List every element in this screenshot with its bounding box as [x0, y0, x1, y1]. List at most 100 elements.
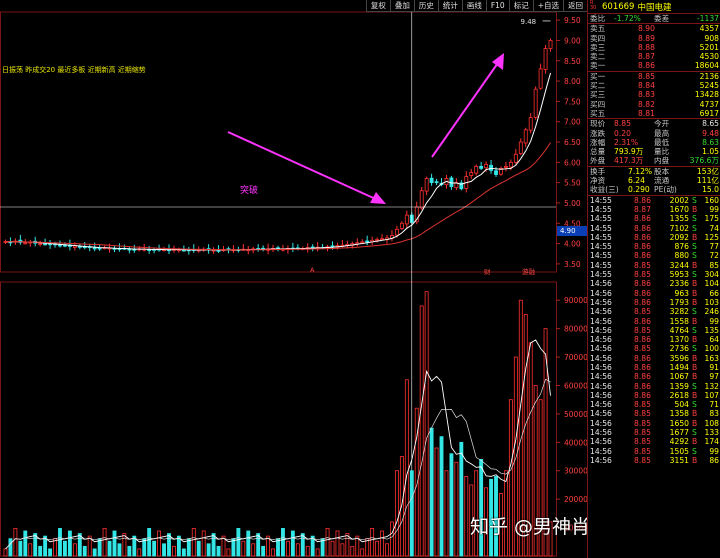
tick-side: B	[692, 335, 698, 345]
tick-side: B	[692, 232, 698, 242]
candle-body	[489, 164, 493, 171]
tick-price: 8.85	[634, 260, 651, 270]
toolbar-button[interactable]: 返回	[563, 0, 587, 12]
stat-label: 涨幅	[590, 137, 606, 147]
tick-time: 14:56	[590, 297, 612, 307]
level-label: 卖二	[590, 52, 606, 62]
level-price: 8.85	[638, 71, 655, 81]
stat-label: 内盘	[654, 156, 670, 166]
tick-count: 64	[709, 335, 719, 345]
level-label: 卖一	[590, 61, 606, 71]
volume-bar	[464, 476, 469, 557]
toolbar-button[interactable]: 历史	[413, 0, 438, 12]
volume-bar	[196, 540, 201, 557]
tick-volume: 3282	[669, 307, 689, 317]
volume-bar	[246, 530, 251, 557]
level-label: 买四	[590, 99, 606, 109]
volume-axis-label: 50000	[564, 410, 587, 419]
tick-count: 85	[709, 260, 719, 270]
tick-time: 14:55	[590, 223, 612, 233]
order-book-row: 卖一 8.86 18604	[588, 61, 720, 70]
tick-volume: 3244	[669, 260, 689, 270]
tick-time: 14:55	[590, 232, 612, 242]
toolbar-button[interactable]: 叠加	[389, 0, 414, 12]
tick-volume: 1793	[669, 297, 689, 307]
ma-line-long	[5, 142, 551, 251]
tick-row: 14:56 8.86 1793 B 103	[588, 298, 720, 307]
volume-bar	[117, 543, 122, 557]
price-axis-label: 9.00	[564, 36, 581, 45]
bottom-tag-a: A	[310, 266, 315, 274]
tick-count: 100	[704, 344, 720, 354]
watermark: 知乎 @男神肖帅	[470, 512, 587, 539]
stock-name[interactable]: 中国电建	[637, 1, 671, 13]
tick-row: 14:56 8.86 1067 B 97	[588, 372, 720, 381]
tick-side: B	[692, 297, 698, 307]
volume-bar	[38, 545, 43, 557]
candle-body	[479, 165, 484, 169]
toolbar-button[interactable]: 画线	[461, 0, 486, 12]
stat-label: 收益(三)	[590, 185, 619, 195]
toolbar-button[interactable]: F10	[485, 0, 509, 12]
candle-body	[543, 48, 548, 70]
chart-toolbar: 复权 叠加 历史 统计 画线 F10 标记 +自选 返回	[365, 0, 587, 12]
volume-bar	[152, 540, 157, 557]
stock-code[interactable]: 601669	[602, 2, 634, 12]
tick-time: 14:55	[590, 270, 612, 280]
level-price: 8.84	[638, 81, 655, 91]
order-book-row: 卖五 8.90 4357	[588, 24, 720, 33]
tick-count: 91	[709, 362, 719, 372]
kline-chart-area[interactable]: 9.50 9.00 8.50 8.00 7.50 7.00 6.50 6.00 5.50 5.00…	[0, 0, 587, 558]
order-book-row: 买三 8.83 13428	[588, 90, 720, 99]
candle-body	[429, 177, 434, 184]
tick-price: 8.85	[634, 400, 651, 410]
stat-label: 净资	[590, 176, 606, 186]
tick-price: 8.86	[634, 362, 651, 372]
ma-line-short	[5, 72, 552, 251]
tick-time: 14:56	[590, 344, 612, 354]
volume-bar	[479, 458, 484, 557]
volume-axis-label: 90000	[564, 296, 587, 305]
stat-value: 111亿	[696, 176, 719, 186]
volume-axis-label: 40000	[564, 438, 587, 447]
stat-value: 8.65	[702, 119, 719, 129]
tick-row: 14:56 8.86 1494 B 91	[588, 363, 720, 372]
price-axis-label: 8.50	[564, 57, 581, 66]
candle-body	[434, 181, 439, 184]
tick-side: B	[692, 390, 698, 400]
quote-stats: 现价 8.85 今开 8.65 涨跌 0.20 最高 9.48 涨幅 2.31% 最低 8.63 总量 7…	[588, 119, 720, 167]
tick-row: 14:55 8.86 2002 S 160	[588, 196, 720, 205]
tick-row: 14:56 8.85 3151 B 86	[588, 456, 720, 465]
kline-volume-svg[interactable]: 9.50 9.00 8.50 8.00 7.50 7.00 6.50 6.00 5.50 5.00…	[0, 0, 587, 558]
tick-price: 8.85	[634, 446, 651, 456]
ask-book: 卖五 8.90 4357 卖四 8.89 908 卖三 8.88 5201 卖二 8.87 4530 卖…	[588, 24, 720, 72]
tick-count: 97	[709, 372, 719, 382]
tick-volume: 1359	[669, 381, 689, 391]
level-volume: 908	[704, 33, 720, 43]
volume-bar	[172, 545, 176, 557]
toolbar-button[interactable]: 统计	[437, 0, 462, 12]
volume-bar	[3, 548, 8, 557]
candle-body	[494, 170, 498, 175]
stat-value: 8.63	[702, 137, 719, 147]
tick-row: 14:55 8.85 3244 B 85	[588, 261, 720, 270]
stat-label: PE(动)	[654, 185, 677, 195]
price-axis-label: 8.00	[564, 77, 581, 86]
volume-bar	[429, 427, 434, 557]
toolbar-button[interactable]: 标记	[508, 0, 533, 12]
candle-body	[92, 247, 97, 250]
tick-time: 14:56	[590, 335, 612, 345]
order-book-row: 买四 8.82 4737	[588, 100, 720, 109]
toolbar-button[interactable]: 复权	[365, 0, 390, 12]
stat-value: 1.05	[702, 147, 719, 157]
candle-body	[528, 117, 533, 131]
tick-list[interactable]: 14:55 8.86 2002 S 160 14:55 8.87 1670 B 99 14:55 8.…	[588, 196, 720, 466]
price-axis-label: 5.00	[564, 199, 581, 208]
toolbar-button[interactable]: +自选	[532, 0, 563, 12]
tick-side: B	[692, 362, 698, 372]
watermark-text: 知乎 @男神肖帅	[470, 516, 587, 538]
tick-price: 8.86	[634, 223, 651, 233]
tick-row: 14:56 8.85 2736 S 100	[588, 344, 720, 353]
price-axis-label: 7.00	[564, 118, 581, 127]
tick-time: 14:55	[590, 204, 612, 214]
